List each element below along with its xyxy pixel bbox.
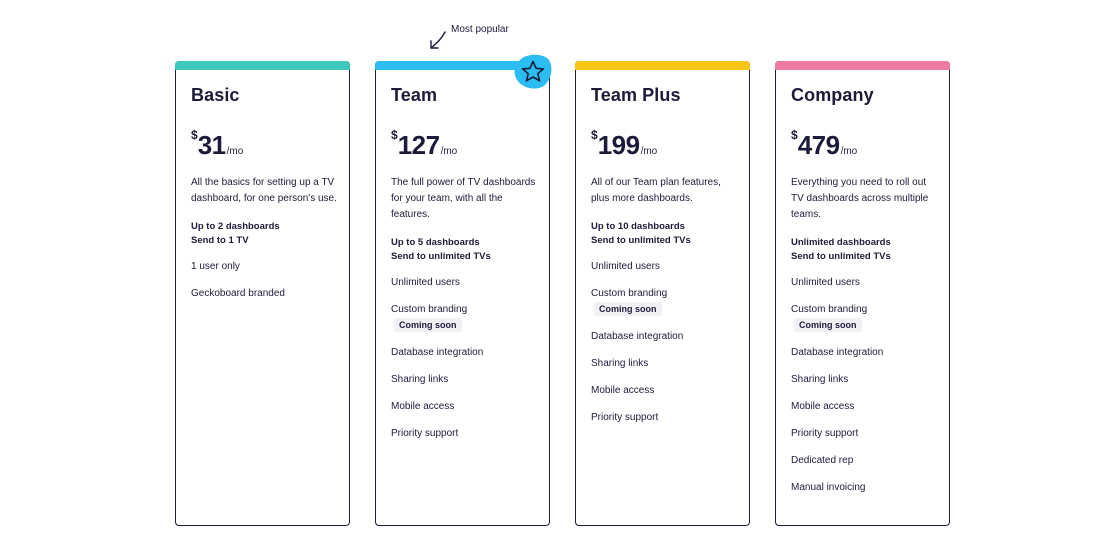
feature-item: Dedicated rep (791, 455, 854, 466)
feature-item: Database integration (391, 347, 484, 358)
feature-item: Database integration (791, 347, 884, 358)
price-currency: $ (791, 128, 798, 142)
feature-item: Priority support (791, 428, 859, 439)
price-amount: 127 (397, 130, 440, 160)
feature-item: Sharing links (791, 374, 849, 385)
plan-price: $ 127 /mo (391, 126, 537, 160)
plan-name: Team (391, 85, 438, 105)
feature-item: Unlimited users (591, 261, 660, 272)
coming-soon-badge: Coming soon (594, 302, 662, 316)
most-popular-label: Most popular (451, 24, 509, 35)
plan-description: All of our Team plan features, plus more… (591, 177, 721, 204)
plan-price: $ 31 /mo (191, 126, 337, 160)
limit-dashboards: Up to 10 dashboards (591, 221, 685, 232)
coming-soon-badge: Coming soon (394, 318, 462, 332)
plan-description: The full power of TV dashboards for your… (391, 177, 536, 220)
plan-card-team: Team $ 127 /mo The full power of TV dash… (375, 54, 552, 526)
plan-accent-bar (575, 61, 750, 70)
price-currency: $ (391, 128, 398, 142)
pricing-plans: Basic $ 31 /mo All the basics for settin… (175, 54, 950, 526)
feature-item: Manual invoicing (791, 482, 866, 493)
limit-dashboards: Unlimited dashboards (791, 237, 891, 248)
limit-tvs: Send to unlimited TVs (591, 235, 691, 246)
feature-item: 1 user only (191, 261, 240, 272)
limit-tvs: Send to 1 TV (191, 235, 249, 246)
plan-limits: Up to 2 dashboards Send to 1 TV (191, 220, 337, 248)
plan-name: Company (791, 85, 874, 105)
plan-card-basic: Basic $ 31 /mo All the basics for settin… (175, 61, 350, 526)
limit-tvs: Send to unlimited TVs (391, 251, 491, 262)
price-amount: 31 (197, 130, 226, 160)
plan-name: Basic (191, 85, 240, 105)
curved-arrow-icon (430, 31, 446, 49)
feature-item: Unlimited users (791, 277, 860, 288)
plan-limits: Up to 10 dashboards Send to unlimited TV… (591, 220, 737, 248)
plan-limits: Up to 5 dashboards Send to unlimited TVs (391, 236, 537, 264)
plan-description: All the basics for setting up a TV dashb… (191, 177, 337, 204)
limit-dashboards: Up to 5 dashboards (391, 237, 480, 248)
limit-tvs: Send to unlimited TVs (791, 251, 891, 262)
price-amount: 199 (597, 130, 640, 160)
plan-name: Team Plus (591, 85, 681, 105)
feature-list: Unlimited users Custom branding Coming so… (791, 276, 937, 495)
feature-item: Database integration (591, 331, 684, 342)
feature-list: 1 user only Geckoboard branded (191, 260, 337, 301)
price-period: /mo (840, 146, 858, 157)
feature-list: Unlimited users Custom branding Coming so… (391, 276, 537, 441)
price-amount: 479 (797, 130, 840, 160)
feature-item: Sharing links (591, 358, 649, 369)
plan-price: $ 479 /mo (791, 126, 937, 160)
price-period: /mo (640, 146, 658, 157)
feature-item: Mobile access (591, 385, 655, 396)
price-currency: $ (591, 128, 598, 142)
coming-soon-badge: Coming soon (794, 318, 862, 332)
feature-item: Custom branding Coming soon (791, 304, 868, 332)
price-currency: $ (191, 128, 198, 142)
feature-item: Geckoboard branded (191, 288, 285, 299)
plan-accent-bar (175, 61, 350, 70)
feature-item: Sharing links (391, 374, 449, 385)
feature-list: Unlimited users Custom branding Coming so… (591, 260, 737, 425)
price-period: /mo (226, 146, 244, 157)
feature-item: Priority support (591, 412, 659, 423)
feature-item: Mobile access (391, 401, 455, 412)
price-period: /mo (440, 146, 458, 157)
feature-item: Priority support (391, 428, 459, 439)
plan-limits: Unlimited dashboards Send to unlimited T… (791, 236, 937, 264)
feature-item: Unlimited users (391, 277, 460, 288)
plan-description: Everything you need to roll out TV dashb… (791, 177, 929, 220)
plan-accent-bar (775, 61, 950, 70)
feature-item: Mobile access (791, 401, 855, 412)
plan-card-team-plus: Team Plus $ 199 /mo All of our Team plan… (575, 61, 750, 526)
plan-card-company: Company $ 479 /mo Everything you need to… (775, 61, 950, 526)
most-popular-callout: Most popular (428, 22, 538, 52)
limit-dashboards: Up to 2 dashboards (191, 221, 280, 232)
feature-item: Custom branding Coming soon (391, 304, 468, 332)
feature-item: Custom branding Coming soon (591, 288, 668, 316)
plan-price: $ 199 /mo (591, 126, 737, 160)
